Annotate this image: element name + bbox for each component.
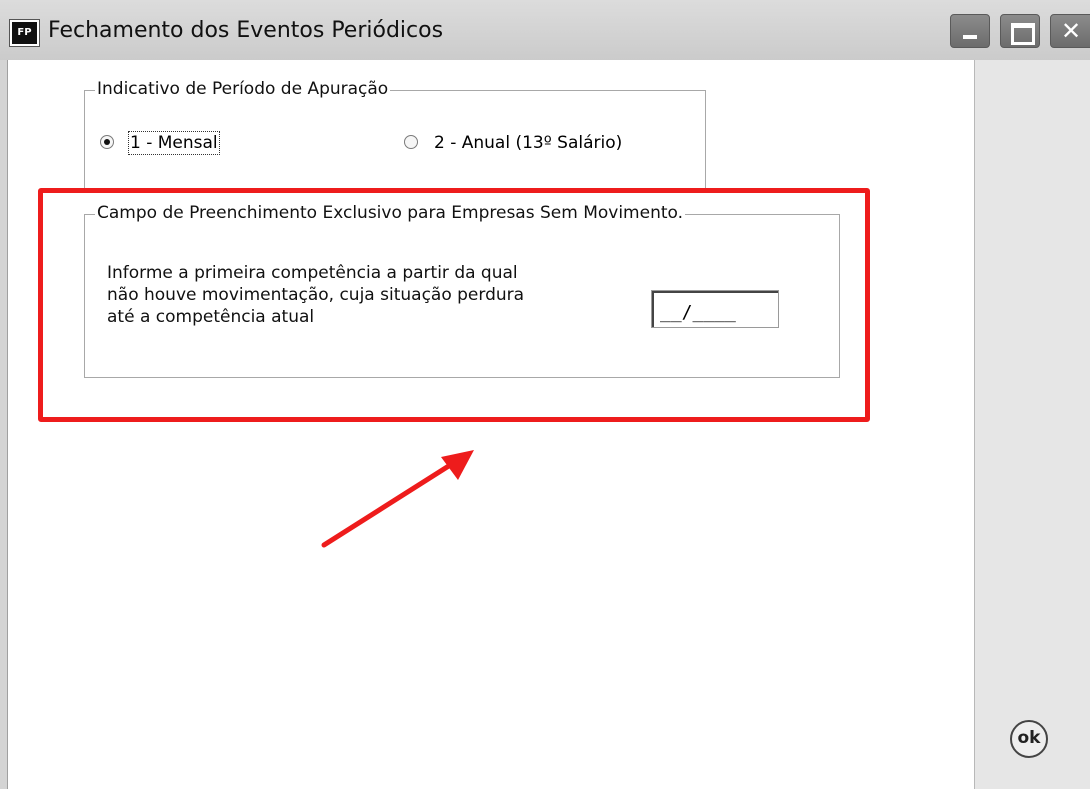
maximize-icon (1011, 23, 1035, 45)
period-group-legend: Indicativo de Período de Apuração (95, 79, 391, 99)
title-bar[interactable]: FP Fechamento dos Eventos Periódicos ✕ (0, 0, 1090, 61)
minimize-button[interactable] (950, 14, 990, 48)
maximize-button[interactable] (1000, 14, 1040, 48)
ok-button[interactable]: ok (1010, 720, 1048, 758)
radio-dot (104, 139, 110, 145)
radio-mensal[interactable]: 1 - Mensal (100, 131, 240, 155)
right-panel (974, 60, 1090, 789)
radio-button-unselected[interactable] (404, 135, 418, 149)
window-left-border (0, 60, 8, 789)
radio-mensal-label[interactable]: 1 - Mensal (128, 131, 220, 155)
radio-anual[interactable]: 2 - Anual (13º Salário) (404, 133, 664, 155)
close-button[interactable]: ✕ (1050, 14, 1090, 48)
window-title: Fechamento dos Eventos Periódicos (48, 18, 444, 43)
close-icon: ✕ (1061, 17, 1082, 45)
window: FP Fechamento dos Eventos Periódicos ✕ I… (0, 0, 1090, 789)
red-highlight-box (38, 188, 870, 422)
app-icon: FP (9, 19, 40, 47)
minimize-icon (963, 35, 977, 39)
radio-button-selected[interactable] (100, 135, 114, 149)
radio-anual-label[interactable]: 2 - Anual (13º Salário) (434, 133, 622, 153)
